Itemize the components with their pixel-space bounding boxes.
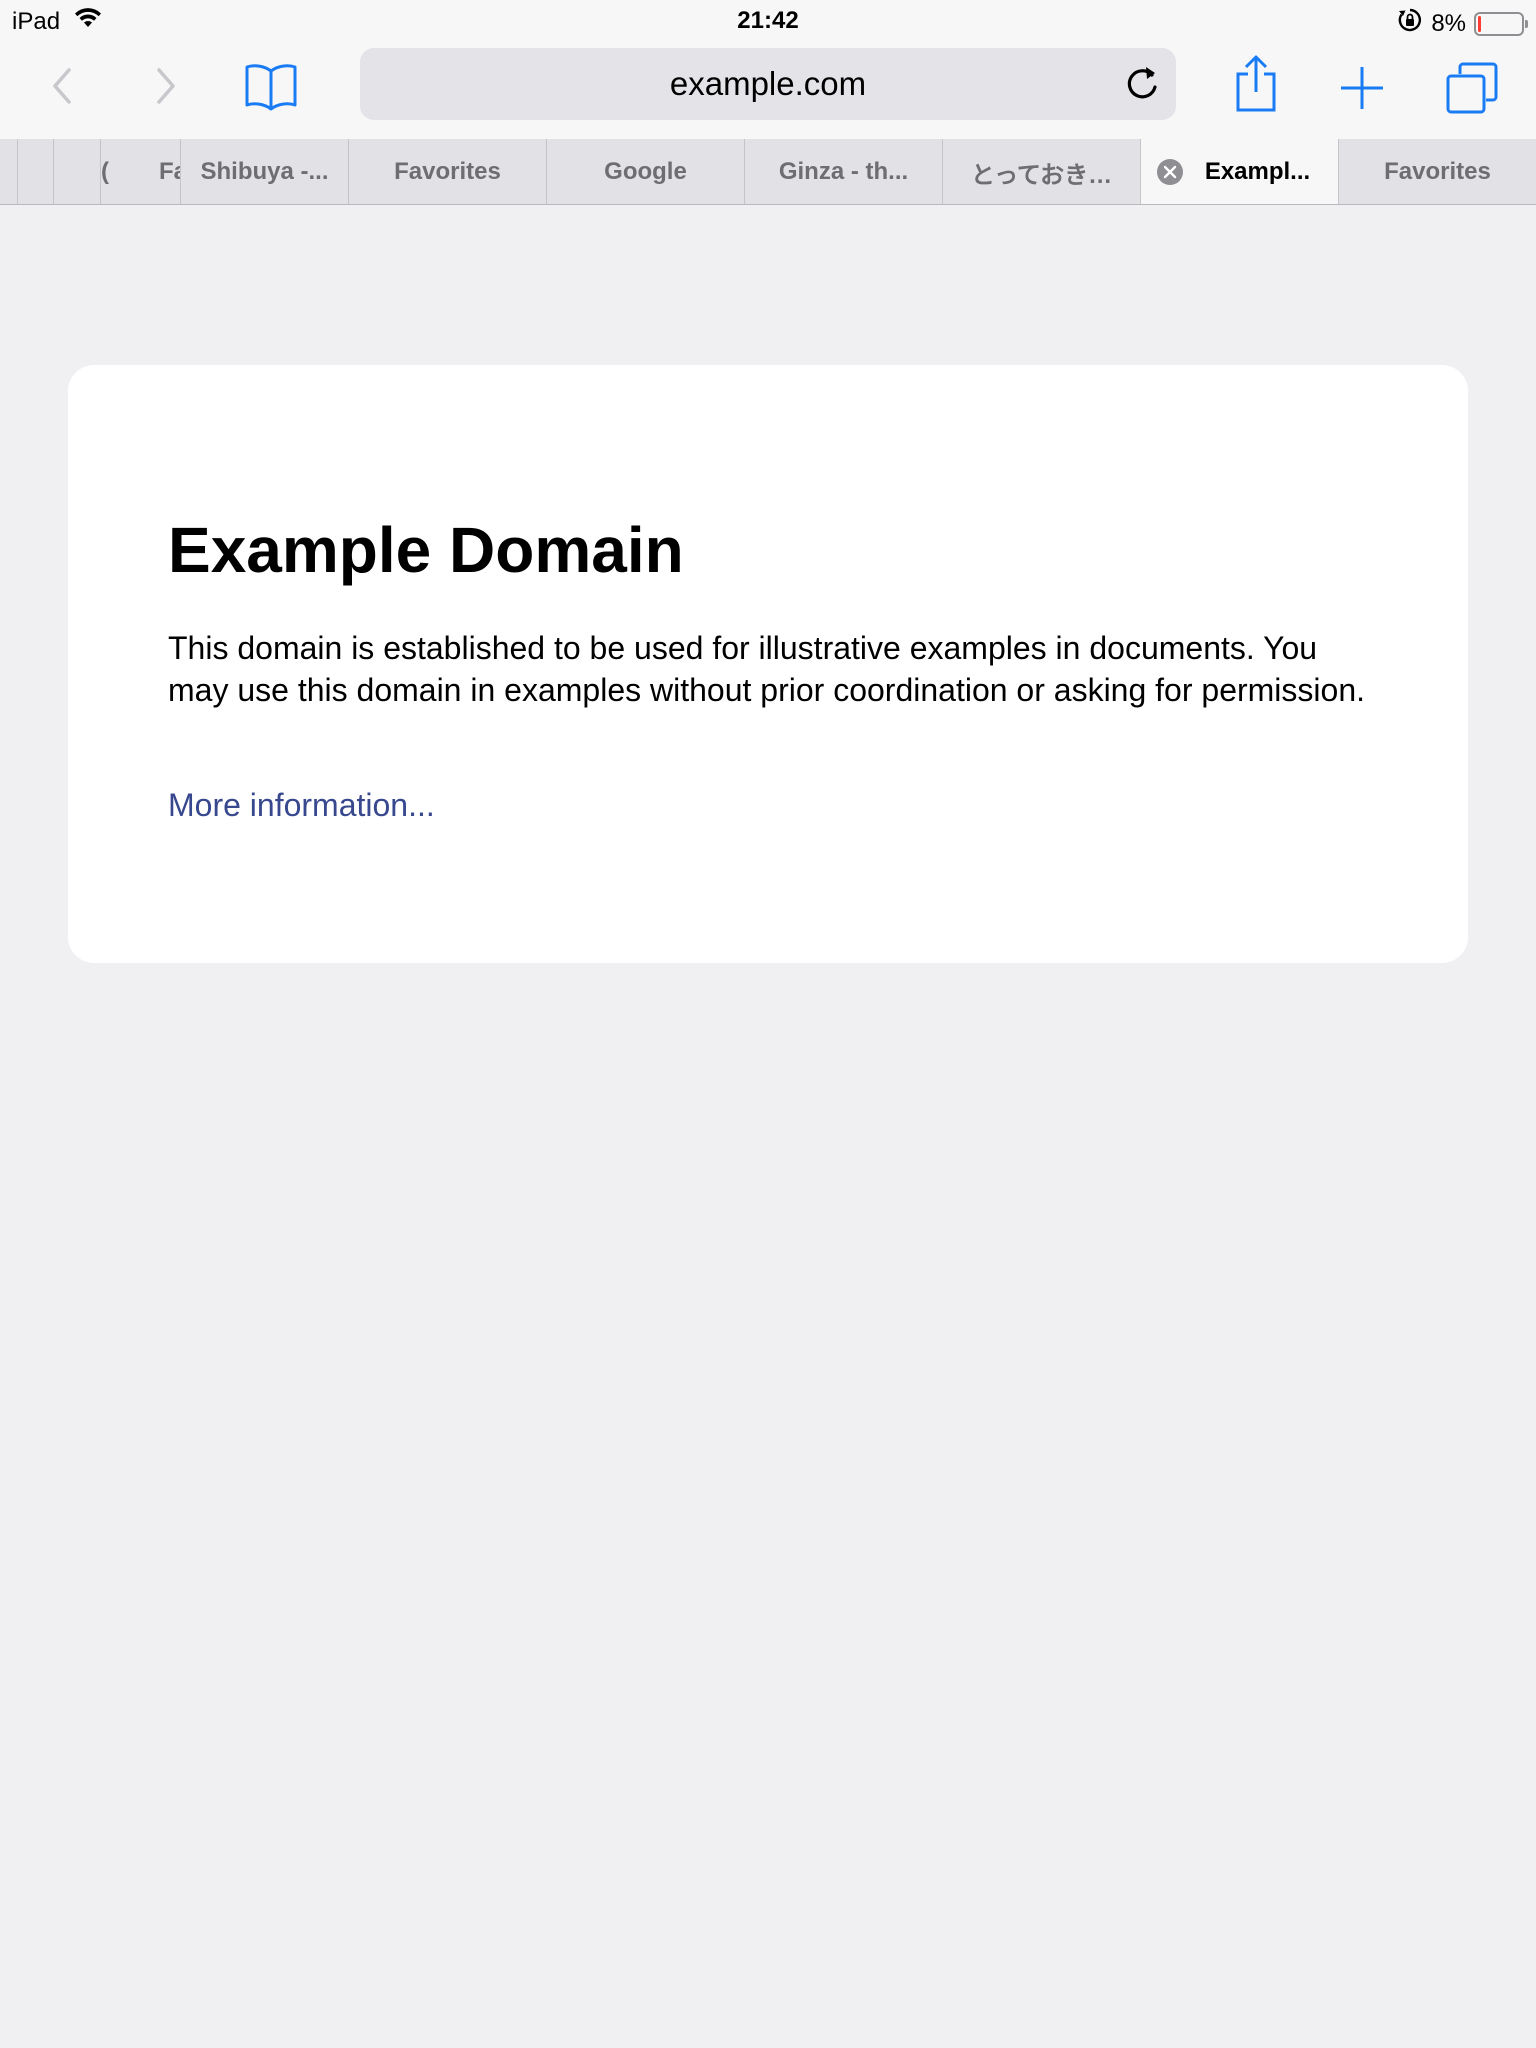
- tab[interactable]: Favorites: [348, 139, 546, 204]
- browser-toolbar: example.com: [0, 42, 1536, 139]
- tab[interactable]: [53, 139, 100, 204]
- tab[interactable]: とっておき…: [942, 139, 1140, 204]
- page-title: Example Domain: [168, 514, 684, 586]
- rotation-lock-icon: [1397, 7, 1423, 40]
- more-information-link[interactable]: More information...: [168, 787, 435, 824]
- tab[interactable]: [17, 139, 53, 204]
- status-time: 21:42: [737, 7, 799, 34]
- tab[interactable]: Google: [546, 139, 744, 204]
- tab-bar: ( Fa Shibuya -... Favorites Google Ginza…: [0, 139, 1536, 205]
- status-bar: iPad 21:42 8%: [0, 0, 1536, 42]
- tabs-overview-button[interactable]: [1436, 54, 1508, 126]
- chevron-left-icon: [47, 64, 77, 113]
- plus-icon: [1339, 65, 1385, 116]
- address-text: example.com: [669, 65, 867, 102]
- address-bar[interactable]: example.com: [360, 48, 1176, 120]
- tab[interactable]: Favorites: [1338, 139, 1536, 204]
- new-tab-button[interactable]: [1328, 56, 1396, 124]
- tab-label: Google: [604, 158, 687, 185]
- tab-active[interactable]: Exampl...: [1140, 139, 1338, 204]
- tab-label: Favorites: [394, 158, 501, 185]
- forward-button[interactable]: [138, 60, 194, 116]
- bookmarks-button[interactable]: [238, 56, 304, 122]
- book-icon: [243, 61, 299, 118]
- share-icon: [1234, 54, 1278, 119]
- share-button[interactable]: [1222, 50, 1290, 122]
- battery-level-fill: [1478, 15, 1481, 32]
- tab-label: Favorites: [1384, 158, 1491, 185]
- tab[interactable]: Fa: [100, 139, 180, 204]
- content-card: Example Domain This domain is establishe…: [68, 365, 1468, 963]
- page-description: This domain is established to be used fo…: [168, 630, 1365, 708]
- reload-button[interactable]: [1118, 60, 1166, 108]
- battery-percent: 8%: [1431, 9, 1466, 37]
- close-tab-icon[interactable]: [1157, 159, 1183, 185]
- chevron-right-icon: [151, 64, 181, 113]
- tab-label: Exampl...: [1204, 158, 1311, 185]
- tab-label: Fa: [159, 158, 180, 185]
- status-right: 8%: [1397, 7, 1528, 40]
- tab[interactable]: Ginza - th...: [744, 139, 942, 204]
- tab-label: とっておき…: [970, 161, 1113, 189]
- battery-icon: [1474, 11, 1528, 36]
- tab-label: Ginza - th...: [778, 158, 909, 185]
- tabs-overview-icon: [1445, 61, 1499, 120]
- tab[interactable]: Shibuya -...: [180, 139, 348, 204]
- back-button[interactable]: [34, 60, 90, 116]
- tab-label: Shibuya -...: [200, 158, 329, 185]
- reload-icon: [1124, 63, 1160, 106]
